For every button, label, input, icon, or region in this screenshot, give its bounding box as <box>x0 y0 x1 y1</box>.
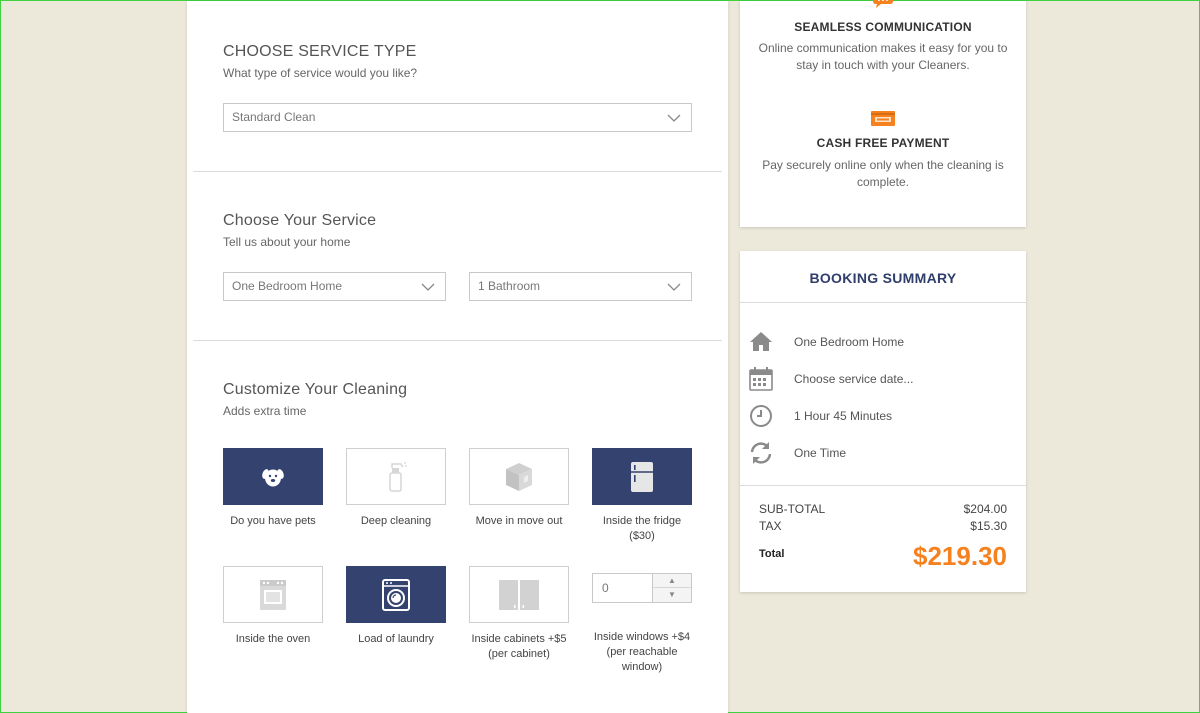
extra-windows: Inside windows +$4 (per reachable window… <box>592 630 692 675</box>
feature-title: SEAMLESS COMMUNICATION <box>794 20 972 34</box>
service-type-section: CHOOSE SERVICE TYPE What type of service… <box>223 43 692 80</box>
section-divider <box>193 171 722 172</box>
refresh-icon <box>750 442 772 464</box>
bedrooms-value: One Bedroom Home <box>232 279 343 293</box>
your-service-title: Choose Your Service <box>223 212 377 229</box>
bathrooms-select[interactable]: 1 Bathroom <box>469 272 692 301</box>
service-type-value: Standard Clean <box>232 110 316 124</box>
fridge-icon <box>631 461 653 492</box>
summary-duration-text: 1 Hour 45 Minutes <box>794 409 893 423</box>
bathrooms-value: 1 Bathroom <box>478 279 541 293</box>
total-value: $219.30 <box>913 541 1007 571</box>
subtotal-row: SUB-TOTAL $204.00 <box>759 502 1007 518</box>
home-icon <box>750 332 772 351</box>
extra-fridge[interactable]: Inside the fridge ($30) <box>592 448 692 544</box>
extra-label: Deep cleaning <box>360 515 432 527</box>
bedrooms-select[interactable]: One Bedroom Home <box>223 272 446 301</box>
extra-tile[interactable] <box>223 448 323 505</box>
customize-title: Customize Your Cleaning <box>223 381 408 398</box>
box-icon <box>506 462 532 491</box>
tax-label: TAX <box>759 519 782 533</box>
summary-row-frequency: One Time <box>748 440 1018 468</box>
credit-card-icon <box>871 111 895 126</box>
summary-row-date[interactable]: Choose service date... <box>748 366 1018 394</box>
customize-subtitle: Adds extra time <box>223 404 307 418</box>
booking-form-card: CHOOSE SERVICE TYPE What type of service… <box>187 1 728 713</box>
chevron-down-icon <box>667 114 681 122</box>
decrement-button[interactable]: ▼ <box>653 588 691 602</box>
tax-row: TAX $15.30 <box>759 519 1007 535</box>
summary-home-text: One Bedroom Home <box>794 335 905 349</box>
subtotal-label: SUB-TOTAL <box>759 502 826 516</box>
windows-stepper[interactable]: 0 ▲ ▼ <box>592 573 692 603</box>
extra-tile[interactable] <box>469 566 569 623</box>
summary-row-home: One Bedroom Home <box>748 329 1018 357</box>
summary-divider <box>740 302 1026 303</box>
features-card: SEAMLESS COMMUNICATION Online communicat… <box>740 0 1026 227</box>
customize-section: Customize Your Cleaning Adds extra time <box>223 381 692 418</box>
feature-title: CASH FREE PAYMENT <box>816 136 950 150</box>
extras-grid: Do you have pets Deep cleaning Move in m… <box>223 448 693 688</box>
increment-button[interactable]: ▲ <box>653 574 691 588</box>
chevron-down-icon <box>667 283 681 291</box>
summary-row-duration: 1 Hour 45 Minutes <box>748 403 1018 431</box>
extra-cabinets[interactable]: Inside cabinets +$5 (per cabinet) <box>469 566 569 662</box>
extra-tile[interactable] <box>346 566 446 623</box>
extra-oven[interactable]: Inside the oven <box>223 566 323 647</box>
extra-tile[interactable] <box>592 448 692 505</box>
service-type-title: CHOOSE SERVICE TYPE <box>223 43 417 60</box>
feature-text: Pay securely online only when the cleani… <box>762 158 1004 189</box>
oven-icon <box>260 579 286 610</box>
chevron-down-icon <box>421 283 435 291</box>
stepper-arrows: ▲ ▼ <box>652 573 692 603</box>
chat-icon <box>873 0 893 8</box>
summary-divider <box>740 485 1026 486</box>
extra-label: Do you have pets <box>230 515 316 527</box>
summary-title: BOOKING SUMMARY <box>809 270 957 286</box>
tax-value: $15.30 <box>970 519 1007 533</box>
dog-icon <box>262 468 284 486</box>
spray-bottle-icon <box>389 461 407 492</box>
your-service-section: Choose Your Service Tell us about your h… <box>223 212 692 249</box>
extra-tile[interactable] <box>223 566 323 623</box>
extra-move-in-out[interactable]: Move in move out <box>469 448 569 529</box>
clock-icon <box>750 405 772 427</box>
extra-label: Inside windows +$4 (per reachable window… <box>593 631 691 673</box>
cabinet-icon <box>499 579 539 610</box>
service-type-select[interactable]: Standard Clean <box>223 103 692 132</box>
summary-frequency-text: One Time <box>794 446 847 460</box>
total-row: Total $219.30 <box>759 541 1007 577</box>
service-type-subtitle: What type of service would you like? <box>223 66 418 80</box>
extra-label: Inside the fridge ($30) <box>602 515 682 542</box>
feature-text: Online communication makes it easy for y… <box>758 41 1008 72</box>
extra-label: Load of laundry <box>358 633 434 645</box>
extra-label: Inside cabinets +$5 (per cabinet) <box>471 633 567 660</box>
extra-deep-cleaning[interactable]: Deep cleaning <box>346 448 446 529</box>
subtotal-value: $204.00 <box>963 502 1007 516</box>
extra-pets[interactable]: Do you have pets <box>223 448 323 529</box>
total-label: Total <box>759 548 785 560</box>
windows-count-input[interactable]: 0 <box>592 573 653 603</box>
extra-label: Move in move out <box>475 515 563 527</box>
extra-laundry[interactable]: Load of laundry <box>346 566 446 647</box>
extra-tile[interactable] <box>469 448 569 505</box>
booking-summary-card: BOOKING SUMMARY One Bedroom Home Choose … <box>740 251 1026 592</box>
extra-tile[interactable] <box>346 448 446 505</box>
your-service-subtitle: Tell us about your home <box>223 235 351 249</box>
washing-machine-icon <box>382 578 410 611</box>
calendar-icon <box>749 367 773 391</box>
section-divider <box>193 340 722 341</box>
extra-label: Inside the oven <box>235 633 311 645</box>
summary-date-text: Choose service date... <box>794 372 914 386</box>
